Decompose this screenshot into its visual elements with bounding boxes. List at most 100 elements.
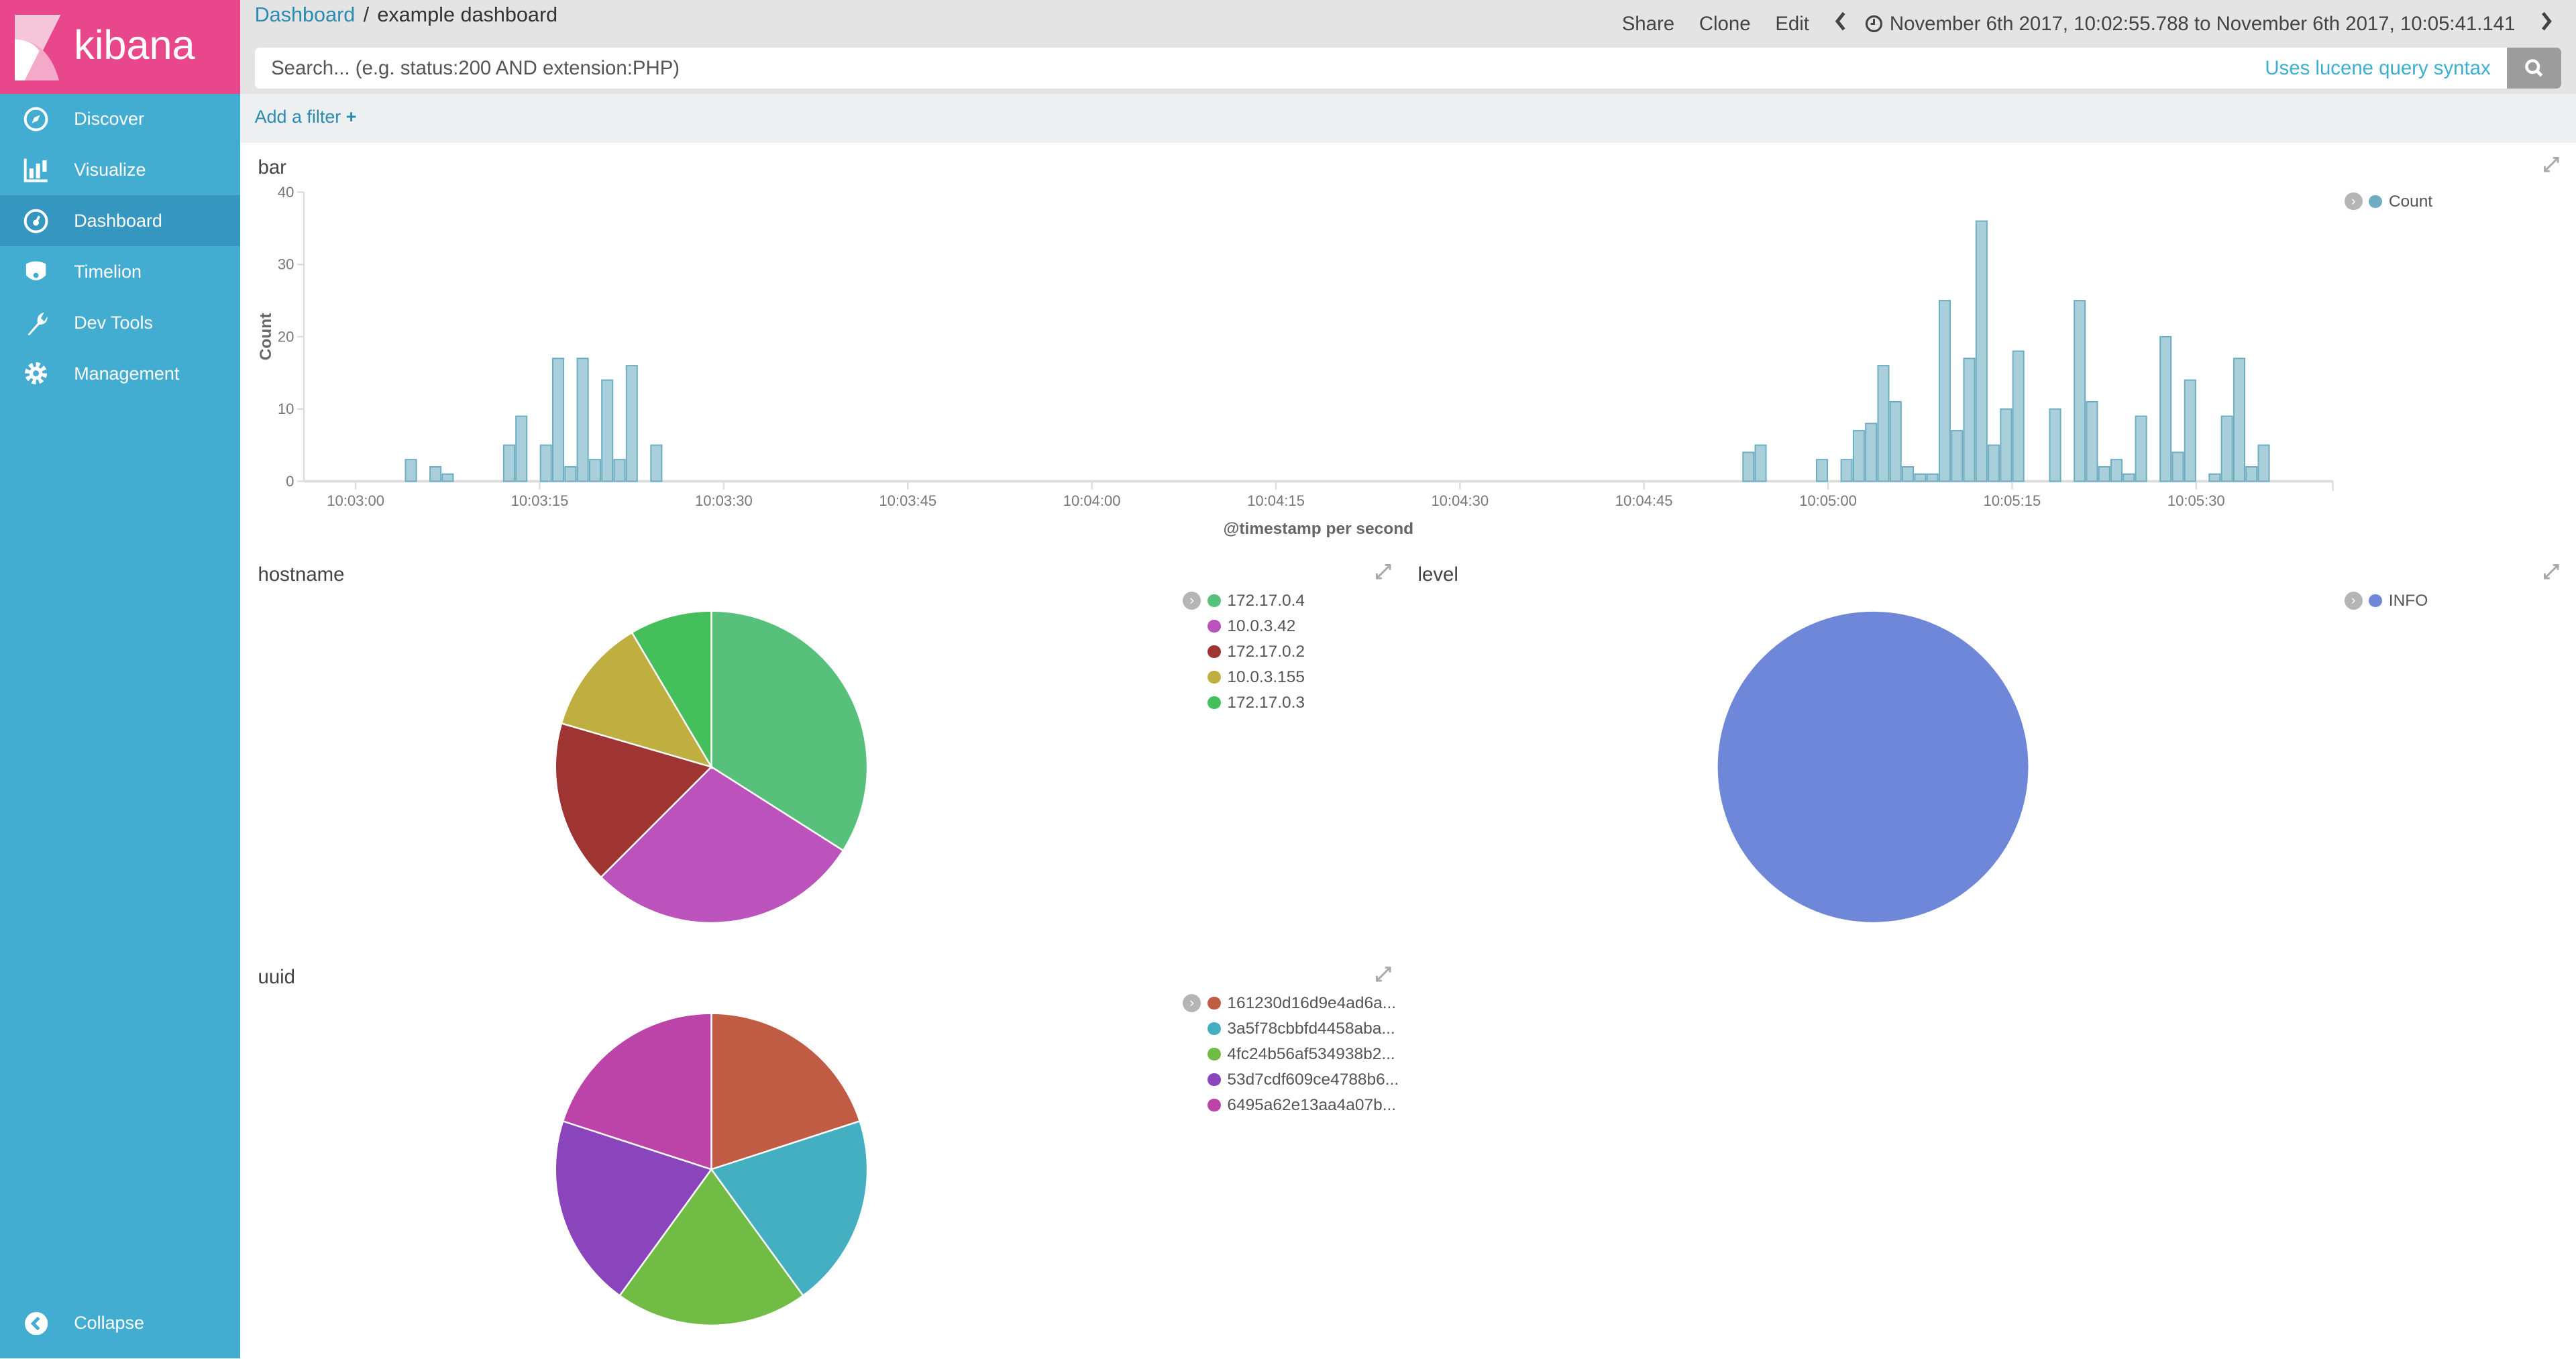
bar[interactable] xyxy=(1852,430,1865,482)
bar[interactable] xyxy=(2245,466,2258,482)
y-axis-label: Count xyxy=(257,313,275,361)
bar[interactable] xyxy=(405,459,417,482)
legend-label: 6495a62e13aa4a07b... xyxy=(1227,1095,1397,1114)
share-button[interactable]: Share xyxy=(1622,13,1674,36)
breadcrumb-current: example dashboard xyxy=(377,3,558,26)
bar[interactable] xyxy=(2123,473,2135,482)
legend-item[interactable]: 161230d16d9e4ad6a... xyxy=(1208,991,1399,1016)
bar[interactable] xyxy=(1877,365,1890,482)
bar[interactable] xyxy=(2098,466,2110,482)
search-button[interactable] xyxy=(2507,48,2561,89)
bar[interactable] xyxy=(1975,220,1988,482)
search-icon xyxy=(2525,59,2543,77)
legend-toggle-icon[interactable]: › xyxy=(2344,591,2363,610)
legend-item[interactable]: 172.17.0.3 xyxy=(1208,690,1305,716)
legend-item[interactable]: 4fc24b56af534938b2... xyxy=(1208,1042,1399,1067)
breadcrumb-dashboard-link[interactable]: Dashboard xyxy=(255,3,356,26)
legend-item[interactable]: 10.0.3.42 xyxy=(1208,614,1305,639)
x-tick-label: 10:05:15 xyxy=(1984,492,2041,509)
legend-toggle-icon[interactable]: › xyxy=(1183,591,1201,610)
bar[interactable] xyxy=(1840,459,1853,482)
kibana-logo[interactable]: kibana xyxy=(0,0,240,94)
bar[interactable] xyxy=(2171,451,2184,482)
x-tick-label: 10:05:00 xyxy=(1799,492,1857,509)
bar[interactable] xyxy=(1865,423,1878,482)
bar[interactable] xyxy=(2257,444,2270,482)
bar[interactable] xyxy=(576,358,589,482)
bar[interactable] xyxy=(1754,444,1767,482)
sidebar-item-dev-tools[interactable]: Dev Tools xyxy=(0,297,240,348)
time-picker[interactable]: November 6th 2017, 10:02:55.788 to Novem… xyxy=(1865,13,2515,36)
bar[interactable] xyxy=(601,379,614,482)
bar-chart: 0 10 20 30 40 10:03:00 10:03:15 10:03:30 10:03:4… xyxy=(257,184,2334,538)
time-back-button[interactable] xyxy=(1834,11,1847,36)
logo-text: kibana xyxy=(74,21,195,68)
legend-item[interactable]: 10.0.3.155 xyxy=(1208,665,1305,690)
bar[interactable] xyxy=(2074,300,2086,482)
bar[interactable] xyxy=(2220,415,2233,482)
legend-item[interactable]: 3a5f78cbbfd4458aba... xyxy=(1208,1016,1399,1042)
bar[interactable] xyxy=(441,473,454,482)
legend-item[interactable]: 172.17.0.4 xyxy=(1208,588,1305,614)
bar[interactable] xyxy=(2049,408,2061,482)
bar[interactable] xyxy=(502,444,515,482)
sidebar-item-management[interactable]: Management xyxy=(0,348,240,399)
sidebar-item-dashboard[interactable]: Dashboard xyxy=(0,195,240,247)
bar[interactable] xyxy=(1902,466,1915,482)
legend-item[interactable]: INFO xyxy=(2369,588,2428,614)
legend-item[interactable]: Count xyxy=(2369,189,2432,215)
bar[interactable] xyxy=(588,459,601,482)
bar[interactable] xyxy=(429,466,442,482)
search-input[interactable] xyxy=(254,55,2265,82)
bar[interactable] xyxy=(552,358,565,482)
collapse-button[interactable]: Collapse xyxy=(0,1298,144,1349)
bar[interactable] xyxy=(2159,336,2172,482)
bar[interactable] xyxy=(515,415,528,482)
add-filter-label: Add a filter xyxy=(254,107,341,127)
pie-slice[interactable] xyxy=(1715,610,2030,924)
legend-label: 53d7cdf609ce4788b6... xyxy=(1227,1070,1399,1089)
bar[interactable] xyxy=(2233,358,2245,482)
bar[interactable] xyxy=(625,365,638,482)
bar[interactable] xyxy=(2012,350,2025,482)
bar[interactable] xyxy=(1926,473,1939,482)
edit-button[interactable]: Edit xyxy=(1775,13,1809,36)
legend-toggle-icon[interactable]: › xyxy=(2344,192,2363,211)
bar[interactable] xyxy=(1938,300,1951,482)
legend-item[interactable]: 53d7cdf609ce4788b6... xyxy=(1208,1067,1399,1093)
bar[interactable] xyxy=(1742,451,1755,482)
legend-dot xyxy=(1208,619,1221,633)
bar[interactable] xyxy=(1988,444,2000,482)
bar[interactable] xyxy=(613,459,626,482)
bar[interactable] xyxy=(650,444,663,482)
bar[interactable] xyxy=(564,466,577,482)
legend-item[interactable]: 172.17.0.2 xyxy=(1208,639,1305,665)
bar[interactable] xyxy=(539,444,552,482)
bar[interactable] xyxy=(1816,459,1829,482)
bar[interactable] xyxy=(2086,401,2098,482)
bar[interactable] xyxy=(1951,430,1964,482)
legend-item[interactable]: 6495a62e13aa4a07b... xyxy=(1208,1093,1399,1118)
bar[interactable] xyxy=(2184,379,2196,482)
sidebar-item-label: Visualize xyxy=(74,159,146,180)
y-tick-label: 30 xyxy=(278,256,294,273)
sidebar-item-discover[interactable]: Discover xyxy=(0,94,240,145)
bar[interactable] xyxy=(2110,459,2123,482)
chevron-right-icon xyxy=(2542,12,2553,31)
bar[interactable] xyxy=(1963,358,1976,482)
time-forward-button[interactable] xyxy=(2540,11,2553,36)
clone-button[interactable]: Clone xyxy=(1699,13,1751,36)
sidebar-item-visualize[interactable]: Visualize xyxy=(0,144,240,195)
bar[interactable] xyxy=(1914,473,1927,482)
top-menu: Share Clone Edit November 6th 2017, 10:0… xyxy=(1622,11,2553,36)
bar[interactable] xyxy=(2135,415,2147,482)
bar[interactable] xyxy=(2000,408,2012,482)
time-range-label: November 6th 2017, 10:02:55.788 to Novem… xyxy=(1889,12,2516,35)
y-tick-label: 0 xyxy=(286,473,294,490)
sidebar-item-timelion[interactable]: Timelion xyxy=(0,246,240,297)
legend-toggle-icon[interactable]: › xyxy=(1183,993,1201,1012)
lucene-syntax-link[interactable]: Uses lucene query syntax xyxy=(2265,57,2490,80)
add-filter-button[interactable]: Add a filter + xyxy=(255,107,357,127)
bar[interactable] xyxy=(1889,401,1902,482)
bar[interactable] xyxy=(2208,473,2221,482)
